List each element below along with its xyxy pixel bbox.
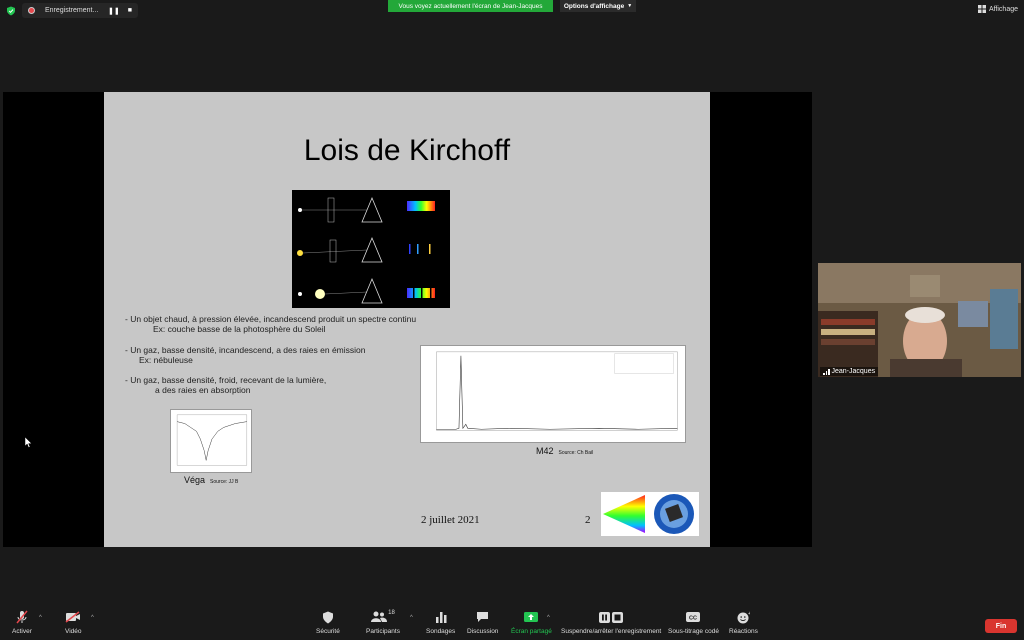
vega-caption: Véga Source: JJ B <box>184 475 238 485</box>
svg-text:CC: CC <box>689 615 697 621</box>
participants-options-chevron-icon[interactable]: ^ <box>410 615 413 621</box>
share-screen-icon <box>524 608 539 626</box>
pause-stop-icon <box>599 608 624 626</box>
video-label: Vidéo <box>65 628 82 635</box>
mouse-cursor-icon <box>25 437 32 448</box>
slide-date: 2 juillet 2021 <box>421 514 480 526</box>
participant-video-image <box>818 263 1021 377</box>
bullet-line: - Un gaz, basse densité, froid, recevant… <box>125 375 327 385</box>
video-off-icon <box>65 608 81 626</box>
signal-strength-icon <box>823 368 830 375</box>
participants-icon: 18 <box>371 608 395 626</box>
bar-chart-icon <box>435 608 447 626</box>
bullet-absorption-lines: - Un gaz, basse densité, froid, recevant… <box>125 375 326 395</box>
shield-icon <box>322 608 334 626</box>
club-logo-icon <box>601 492 699 536</box>
slide-page-number: 2 <box>585 514 591 526</box>
recording-indicator: Enregistrement... ❚❚ ■ <box>22 3 138 18</box>
polls-label: Sondages <box>426 628 456 635</box>
share-screen-button[interactable]: Écran partagé <box>511 608 552 635</box>
captions-label: Sous-titrage codé <box>668 628 719 635</box>
start-video-button[interactable]: Vidéo <box>65 608 82 635</box>
audio-options-chevron-icon[interactable]: ^ <box>39 615 42 621</box>
record-label: Suspendre/arrêter l'enregistrement <box>561 628 662 635</box>
security-label: Sécurité <box>316 628 340 635</box>
share-screen-label: Écran partagé <box>511 628 552 635</box>
m42-source: Source: Ch Bail <box>558 450 594 456</box>
bullet-emission-lines: - Un gaz, basse densité, incandescend, a… <box>125 345 366 365</box>
polls-button[interactable]: Sondages <box>426 608 455 635</box>
chevron-down-icon: ▼ <box>627 3 633 9</box>
bullet-line: Ex: nébuleuse <box>139 355 193 365</box>
svg-text:+: + <box>748 611 750 617</box>
vega-caption-text: Véga <box>184 475 206 485</box>
stop-recording-icon[interactable]: ■ <box>128 7 132 15</box>
participants-button[interactable]: 18 Participants <box>366 608 400 635</box>
bullet-line: Ex: couche basse de la photosphère du So… <box>153 324 326 334</box>
reactions-label: Réactions <box>729 628 758 635</box>
presentation-slide: Lois de Kirchoff - Un objet chaud, à pre… <box>104 92 710 547</box>
vega-source: Source: JJ B <box>210 479 239 485</box>
muted-microphone-icon <box>15 608 29 626</box>
view-options-label: Options d'affichage <box>563 2 625 10</box>
participant-name: Jean-Jacques <box>831 368 876 375</box>
participants-label: Participants <box>366 628 400 635</box>
cc-icon: CC <box>686 608 701 626</box>
pause-recording-icon[interactable]: ❚❚ <box>108 7 120 15</box>
spectroscope-diagram-image <box>292 190 450 308</box>
security-button[interactable]: Sécurité <box>316 608 340 635</box>
view-button-label: Affichage <box>988 5 1018 13</box>
reactions-button[interactable]: + Réactions <box>729 608 758 636</box>
m42-caption: M42 Source: Ch Bail <box>536 446 593 456</box>
screen-share-banner: Vous voyez actuellement l'écran de Jean-… <box>388 0 553 12</box>
share-options-chevron-icon[interactable]: ^ <box>547 615 550 621</box>
slide-title: Lois de Kirchoff <box>303 134 511 167</box>
video-options-chevron-icon[interactable]: ^ <box>91 615 94 621</box>
view-options-button[interactable]: Options d'affichage ▼ <box>560 0 636 12</box>
shield-icon[interactable] <box>6 6 16 16</box>
record-dot-icon <box>28 7 35 14</box>
recording-label: Enregistrement... <box>45 7 99 14</box>
m42-spectrum-image <box>420 345 686 443</box>
participant-name-label: Jean-Jacques <box>820 367 879 376</box>
pause-stop-recording-button[interactable]: Suspendre/arrêter l'enregistrement <box>561 608 661 635</box>
participants-count: 18 <box>388 610 395 616</box>
bullet-continuous-spectrum: - Un objet chaud, à pression élevée, inc… <box>125 314 416 334</box>
bullet-line: a des raies en absorption <box>155 385 251 395</box>
meeting-toolbar: Activer ^ Vidéo ^ Sécurité 18 Participan… <box>0 608 1024 640</box>
participant-video-tile[interactable]: Jean-Jacques <box>818 263 1021 377</box>
closed-caption-button[interactable]: CC Sous-titrage codé <box>668 608 719 635</box>
unmute-button[interactable]: Activer <box>12 608 32 635</box>
grid-view-icon <box>977 5 986 13</box>
bullet-line: - Un gaz, basse densité, incandescend, a… <box>125 345 366 355</box>
chat-bubble-icon <box>476 608 489 626</box>
chat-label: Discussion <box>467 628 499 635</box>
vega-spectrum-image <box>170 409 252 473</box>
end-meeting-button[interactable]: Fin <box>985 619 1017 633</box>
view-button[interactable]: Affichage <box>977 5 1018 13</box>
unmute-label: Activer <box>12 628 32 635</box>
smiley-plus-icon: + <box>737 608 750 626</box>
chat-button[interactable]: Discussion <box>467 608 498 635</box>
bullet-line: - Un objet chaud, à pression élevée, inc… <box>125 314 417 324</box>
m42-caption-text: M42 <box>536 446 554 456</box>
